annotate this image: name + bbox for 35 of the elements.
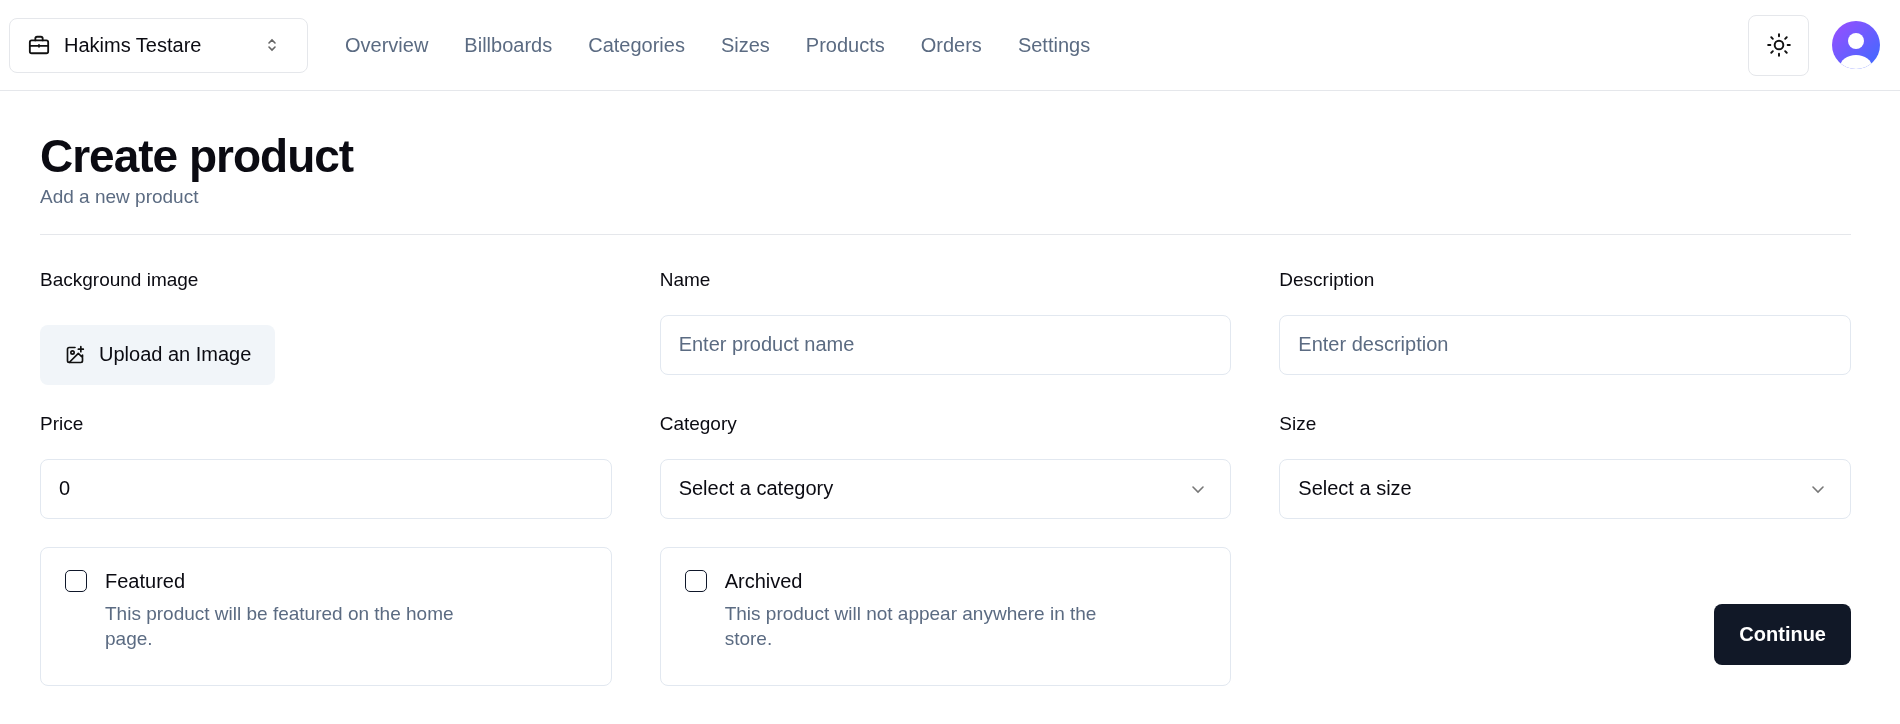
checkbox[interactable] <box>65 569 87 592</box>
nav-link[interactable]: Billboards <box>464 33 553 57</box>
avatar-icon[interactable] <box>1832 21 1880 69</box>
field-label: Price <box>40 412 85 435</box>
input-field[interactable]: Enter product name <box>659 314 1232 375</box>
nav-link[interactable]: Overview <box>345 33 429 57</box>
checkbox-description: This product will not appear anywhere in the store. <box>724 601 1098 652</box>
sun-icon <box>1765 32 1792 58</box>
nav-link[interactable]: Orders <box>920 33 982 57</box>
image-plus-icon <box>65 344 85 365</box>
theme-toggle-button[interactable] <box>1748 14 1809 76</box>
select-dropdown[interactable]: Select a category <box>659 458 1232 519</box>
field-label: Background image <box>40 268 200 291</box>
field-label: Description <box>1279 268 1376 291</box>
input-field[interactable]: 0 <box>40 458 612 519</box>
nav-link[interactable]: Sizes <box>720 33 770 57</box>
briefcase-icon <box>28 34 50 56</box>
field-label: Category <box>659 412 738 435</box>
chevrons-icon <box>265 37 279 53</box>
upload-button[interactable]: Upload an Image <box>40 324 276 385</box>
input-field[interactable]: Enter description <box>1279 314 1851 375</box>
continue-button[interactable]: Continue <box>1714 603 1851 665</box>
nav-link[interactable]: Products <box>805 33 885 57</box>
page-subtitle: Add a new product <box>40 185 200 208</box>
field-label: Name <box>659 268 712 291</box>
page-title: Create product <box>40 131 355 182</box>
checkbox[interactable] <box>684 569 707 592</box>
store-switcher[interactable]: Hakims Testare <box>9 17 308 73</box>
checkbox-label: Archived <box>724 569 804 593</box>
checkbox-label: Featured <box>105 569 187 593</box>
field-label: Size <box>1279 412 1318 435</box>
select-dropdown[interactable]: Select a size <box>1279 458 1851 519</box>
nav-link[interactable]: Categories <box>588 33 685 57</box>
nav-link[interactable]: Settings <box>1017 33 1091 57</box>
checkbox-description: This product will be featured on the home page. <box>105 601 455 652</box>
